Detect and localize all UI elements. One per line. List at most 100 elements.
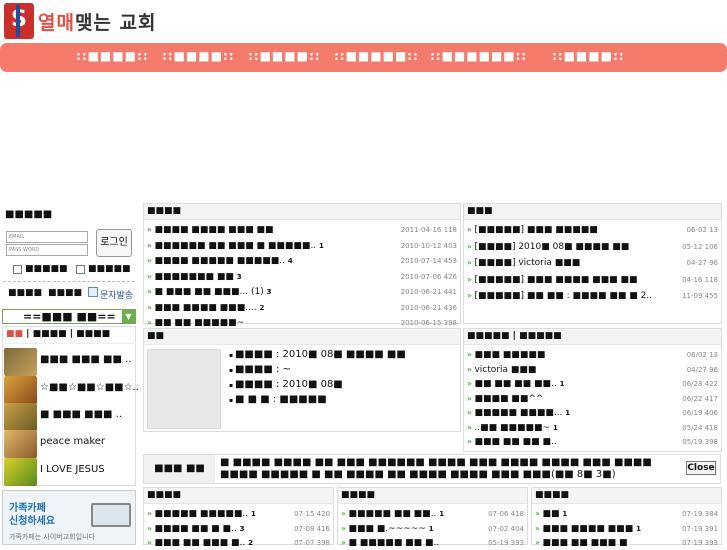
list-item-title[interactable]: ■■■■ ■■■■■ ■■■■■.. — [154, 256, 285, 266]
email-field[interactable]: EMAIL — [6, 231, 88, 243]
list-item[interactable]: I LOVE JESUS — [40, 464, 105, 475]
list-item-title[interactable]: ■■■■ ■■^^ — [474, 394, 543, 404]
list-item[interactable]: » [■■■■] 2010■ 08■ ■■■■ ■■ 05-12 106 — [467, 240, 718, 254]
comment-count: 1 — [552, 423, 558, 432]
banner-text[interactable]: ■ ■■■■ ■■■■ ■■ ■■■ ■■■■■■ ■■■■ ■■■ ■■■■ … — [220, 457, 685, 483]
list-item-title[interactable]: ■■■■■■ ■■ ■■■ ■ ■■■■■.. — [154, 241, 316, 251]
avatar[interactable] — [4, 403, 37, 431]
qa-panel: ■■■ » [■■■■■] ■■■ ■■■■■ 06-02 13 » [■■■■]… — [463, 203, 722, 324]
list-item-title[interactable]: [■■■■■] ■■■ ■■■■■ — [474, 225, 597, 235]
find-link[interactable]: ■■■■ — [48, 288, 82, 298]
list-item-title[interactable]: ■■ — [542, 509, 559, 519]
list-item[interactable]: » ■■ ■■ ■■ ■■.. 1 06/28 422 — [467, 377, 718, 391]
list-item-title[interactable]: ■■■ ■■ ■■ ■.. — [474, 437, 556, 447]
bottom-panel-1: ■■■■ » ■■■■■ ■■■■■.. 1 07-15 420» ■■■■ ■■… — [143, 487, 334, 548]
list-item[interactable]: » ■■■■ ■■■■ ■■■ ■■ 2011-04-16 118 — [147, 223, 457, 237]
list-item-title[interactable]: [■■■■] victoria ■■■ — [474, 258, 580, 268]
sms-link[interactable]: 문자발송 — [100, 288, 133, 301]
list-item[interactable]: ■■■ ■■■ ■■ .. — [40, 354, 131, 365]
list-item[interactable]: » ■■■■■ ■■■■... 1 06/19 406 — [467, 406, 718, 420]
nav-item-4[interactable]: ::■■■■■:: — [334, 49, 419, 63]
remember-checkbox[interactable] — [13, 265, 22, 274]
tab-3[interactable]: ■■■■ — [76, 329, 110, 339]
list-item[interactable]: » ■ ■■■■■ ■■ ■.. 05-19 393 — [341, 536, 524, 550]
join-link[interactable]: ■■■■ — [8, 288, 42, 298]
list-item[interactable]: » ■■■■ ■■^^ 06/22 417 — [467, 392, 718, 406]
save-id-checkbox[interactable] — [76, 265, 85, 274]
list-item[interactable]: » ■■■■■ ■■ ■■.. 1 07-06 418 — [341, 507, 524, 521]
avatar[interactable] — [4, 430, 37, 458]
list-item-title[interactable]: [■■■■■] ■■■ ■■■■ ■■■ ■■ — [474, 275, 637, 285]
list-item[interactable]: » [■■■■■] ■■■ ■■■■ ■■■ ■■ 04-16 118 — [467, 273, 718, 287]
list-item-title[interactable]: ■■■ ■■■■ ■■■ — [542, 524, 633, 534]
site-title[interactable]: 열매맺는 교회 — [38, 8, 157, 35]
list-item[interactable]: » [■■■■■] ■■ ■■ : ■■■■ ■■ ■ 2.. 11-09 45… — [467, 289, 718, 303]
comment-count: 2 — [248, 539, 254, 547]
list-item[interactable]: » ■■■■ ■■ ■ ■.. 3 07-08 416 — [147, 522, 330, 536]
list-item-title[interactable]: ■■ ■■ ■■ ■■.. — [474, 379, 556, 389]
list-item-title[interactable]: ■■■ ■.~~~~~ — [348, 524, 425, 534]
list-item-title[interactable]: ■ ■■■ ■■ ■■■... (1) — [154, 287, 263, 297]
list-item[interactable]: peace maker — [40, 436, 105, 447]
qa-title[interactable]: ■■■ — [464, 204, 721, 220]
list-item-title[interactable]: ■■■■■ ■■■■... — [474, 408, 562, 418]
list-item[interactable]: » ■■■ ■■■■ ■■■.... 2 2010-06-21 436 — [147, 301, 457, 315]
photo-thumbnail[interactable] — [147, 349, 221, 429]
list-item[interactable]: » ■■■ ■■ ■■■ ■ 07-19 393 — [535, 536, 718, 550]
list-item[interactable]: » [■■■■] victoria ■■■ 04-27 96 — [467, 256, 718, 270]
list-item-title[interactable]: victoria ■■■ — [474, 365, 536, 375]
list-item-date: 07-19 384 — [682, 510, 718, 518]
list-item-title[interactable]: ■■■ ■■ ■■■ ■.. — [154, 538, 245, 548]
list-item-title[interactable]: ■■ ■■ ■■■■■~ — [154, 318, 244, 328]
tab-2[interactable]: ■■■■ — [33, 329, 67, 339]
list-item[interactable]: » ■■■■ ■■■■■ ■■■■■.. 4 2010-07-14 453 — [147, 254, 457, 268]
list-item-title[interactable]: [■■■■■] ■■ ■■ : ■■■■ ■■ ■ 2.. — [474, 291, 652, 301]
list-item[interactable]: » ■■■ ■■■■ ■■■ 1 07-19 391 — [535, 522, 718, 536]
cafe-banner[interactable]: 가족카페 신청하세요 가족카페는 사이버교회입니다 — [2, 490, 136, 545]
list-item[interactable]: ■ ■■■ ■■■ .. — [40, 409, 122, 420]
avatar[interactable] — [4, 348, 37, 376]
logo[interactable]: S — [4, 3, 34, 39]
list-item-title[interactable]: ■■■ ■■■■■ — [474, 350, 545, 360]
free-title[interactable]: ■■■■■ | ■■■■■ — [464, 329, 721, 345]
list-item[interactable]: » ■■■ ■.~~~~~ 1 07-02 404 — [341, 522, 524, 536]
avatar[interactable] — [4, 376, 37, 404]
quick-select[interactable]: ==■■■ ■■== ▼ — [2, 309, 136, 324]
nav-item-1[interactable]: ::■■■■:: — [76, 49, 149, 63]
list-item-title[interactable]: ..■■ ■■■■■~ — [474, 423, 550, 433]
nav-item-2[interactable]: ::■■■■:: — [162, 49, 235, 63]
chevron-down-icon[interactable]: ▼ — [122, 310, 135, 323]
nav-item-6[interactable]: ::■■■■:: — [552, 49, 625, 63]
password-field[interactable]: PASS WORD — [6, 244, 88, 256]
list-item-date: 07-02 404 — [488, 524, 524, 533]
tab-1[interactable]: ■■ — [6, 329, 23, 339]
list-item-title[interactable]: ■ ■■■■■ ■■ ■.. — [348, 538, 439, 548]
close-button[interactable]: Close — [686, 461, 716, 475]
list-item[interactable]: » ■■ 1 07-19 384 — [535, 507, 718, 521]
notice-title[interactable]: ■■■■ — [144, 204, 460, 220]
list-item[interactable]: » ■■■■■■■ ■■ 3 2010-07-06 426 — [147, 270, 457, 284]
nav-item-3[interactable]: ::■■■■:: — [248, 49, 321, 63]
list-item-title[interactable]: [■■■■] 2010■ 08■ ■■■■ ■■ — [474, 242, 629, 252]
list-item-title[interactable]: ■■■■■ ■■■■■.. — [154, 509, 248, 519]
list-item[interactable]: » ■■■■■■ ■■ ■■■ ■ ■■■■■.. 1 2010-10-12 40… — [147, 239, 457, 253]
list-item[interactable]: » ■ ■■■ ■■ ■■■... (1) 3 2010-06-21 441 — [147, 285, 457, 299]
list-item-title[interactable]: ■■■ ■■ ■■■ ■ — [542, 538, 627, 548]
nav-item-5[interactable]: ::■■■■■■:: — [430, 49, 527, 63]
list-item[interactable]: » ..■■ ■■■■■~ 1 05/24 418 — [467, 421, 718, 435]
list-item[interactable]: » [■■■■■] ■■■ ■■■■■ 06-02 13 — [467, 223, 718, 237]
list-item[interactable]: » victoria ■■■ 04/27 96 — [467, 363, 718, 377]
photo-title[interactable]: ■■ — [144, 329, 460, 345]
list-item[interactable]: » ■■■ ■■■■■ 06/02 13 — [467, 348, 718, 362]
list-item-title[interactable]: ■■■■■■■ ■■ — [154, 272, 233, 282]
list-item-title[interactable]: ■■■■■ ■■ ■■.. — [348, 509, 436, 519]
avatar[interactable] — [4, 458, 37, 486]
list-item[interactable]: » ■■■ ■■ ■■ ■.. 05/19 398 — [467, 435, 718, 449]
list-item[interactable]: » ■■■ ■■ ■■■ ■.. 2 07-07 398 — [147, 536, 330, 550]
list-item-title[interactable]: ■■■■ ■■■■ ■■■ ■■ — [154, 225, 273, 235]
login-button[interactable]: 로그인 — [96, 229, 132, 257]
list-item-title[interactable]: ■■■■ ■■ ■ ■.. — [154, 524, 236, 534]
list-item[interactable]: » ■■■■■ ■■■■■.. 1 07-15 420 — [147, 507, 330, 521]
list-item[interactable]: ☆■■☆■■☆■■☆.. — [40, 382, 139, 393]
list-item-title[interactable]: ■■■ ■■■■ ■■■.... — [154, 303, 256, 313]
